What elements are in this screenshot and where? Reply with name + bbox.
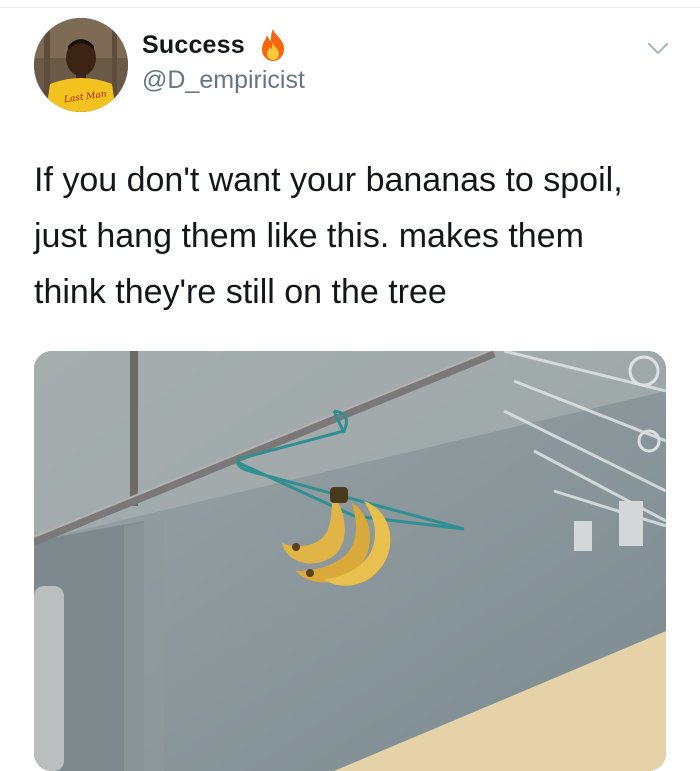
top-divider [0,7,700,8]
tweet-text: If you don't want your bananas to spoil,… [34,152,684,320]
tweet-line: just hang them like this. makes them [34,217,584,255]
tweet-media-photo[interactable] [34,351,666,771]
author-display-name[interactable]: Success [142,31,245,60]
banana-photo [34,351,666,771]
author-handle[interactable]: @D_empiricist [142,66,305,95]
tweet-line: think they're still on the tree [34,273,447,311]
fire-icon [262,29,284,61]
avatar[interactable]: Last Man [34,18,128,112]
avatar-image: Last Man [34,18,128,112]
chevron-down-icon[interactable] [646,38,670,58]
tweet-line: If you don't want your bananas to spoil, [34,161,623,199]
